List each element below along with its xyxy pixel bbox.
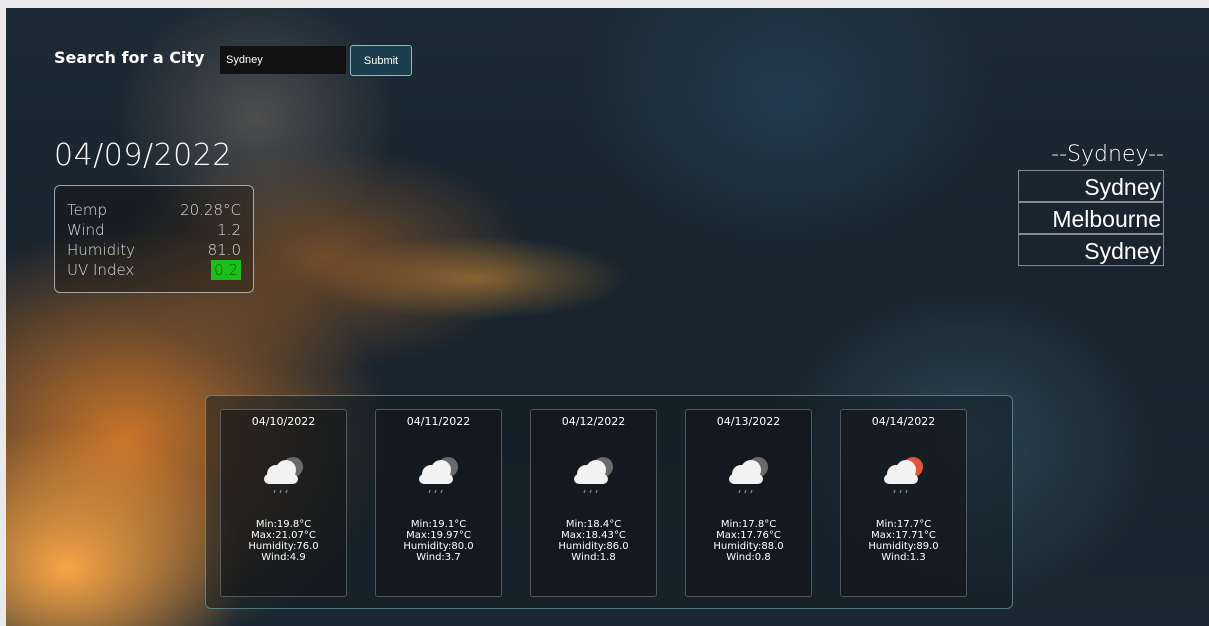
forecast-card: 04/11/2022 Min:19.1°C Max:19.97°C Humidi… (375, 409, 502, 597)
submit-button[interactable]: Submit (350, 45, 412, 76)
temp-value: 20.28°C (180, 201, 241, 219)
humidity-value: 81.0 (207, 241, 241, 259)
forecast-max: Max:19.97°C (406, 530, 471, 541)
forecast-max: Max:18.43°C (561, 530, 626, 541)
forecast-wind: Wind:1.3 (881, 552, 926, 563)
search-label: Search for a City (54, 48, 205, 67)
forecast-min: Min:17.8°C (720, 519, 777, 530)
forecast-max: Max:17.76°C (716, 530, 781, 541)
forecast-min: Min:19.8°C (255, 519, 312, 530)
forecast-wind: Wind:3.7 (416, 552, 461, 563)
forecast-min: Min:17.7°C (875, 519, 932, 530)
temp-row: Temp 20.28°C (67, 200, 241, 220)
forecast-panel: 04/10/2022 Min:19.8°C Max:21.07°C Humidi… (205, 395, 1013, 609)
app-background: Search for a City Submit 04/09/2022 Temp… (6, 8, 1209, 626)
cloud-rain-moon-icon (728, 457, 768, 494)
humidity-label: Humidity (67, 241, 136, 259)
forecast-card: 04/14/2022 Min:17.7°C Max:17.71°C Humidi… (840, 409, 967, 597)
forecast-stats: Min:18.4°C Max:18.43°C Humidity:86.0 Win… (531, 519, 656, 563)
forecast-wind: Wind:0.8 (726, 552, 771, 563)
forecast-humidity: Humidity:86.0 (558, 541, 629, 552)
temp-label: Temp (67, 201, 107, 219)
forecast-card: 04/12/2022 Min:18.4°C Max:18.43°C Humidi… (530, 409, 657, 597)
forecast-stats: Min:19.8°C Max:21.07°C Humidity:76.0 Win… (221, 519, 346, 563)
forecast-date: 04/10/2022 (251, 415, 316, 428)
history-item-melbourne[interactable]: Melbourne (1018, 202, 1164, 234)
uv-value-badge: 0.2 (211, 260, 241, 280)
history-item-sydney[interactable]: Sydney (1018, 170, 1164, 202)
history-item-sydney[interactable]: Sydney (1018, 234, 1164, 266)
current-date: 04/09/2022 (54, 138, 232, 173)
forecast-humidity: Humidity:76.0 (248, 541, 319, 552)
forecast-min: Min:18.4°C (565, 519, 622, 530)
city-search-input[interactable] (220, 46, 346, 74)
uv-row: UV Index 0.2 (67, 260, 241, 280)
forecast-date: 04/14/2022 (871, 415, 936, 428)
current-weather-panel: Temp 20.28°C Wind 1.2 Humidity 81.0 UV I… (54, 185, 254, 293)
cloud-rain-moon-icon (573, 457, 613, 494)
wind-label: Wind (67, 221, 105, 239)
wind-row: Wind 1.2 (67, 220, 241, 240)
forecast-wind: Wind:4.9 (261, 552, 306, 563)
forecast-card: 04/10/2022 Min:19.8°C Max:21.07°C Humidi… (220, 409, 347, 597)
forecast-card: 04/13/2022 Min:17.8°C Max:17.76°C Humidi… (685, 409, 812, 597)
uv-label: UV Index (67, 261, 135, 279)
forecast-stats: Min:17.8°C Max:17.76°C Humidity:88.0 Win… (686, 519, 811, 563)
forecast-humidity: Humidity:89.0 (868, 541, 939, 552)
cloud-rain-moon-icon (418, 457, 458, 494)
forecast-stats: Min:19.1°C Max:19.97°C Humidity:80.0 Win… (376, 519, 501, 563)
forecast-date: 04/11/2022 (406, 415, 471, 428)
forecast-max: Max:21.07°C (251, 530, 316, 541)
cloud-rain-moon-icon (263, 457, 303, 494)
search-history: --Sydney-- Sydney Melbourne Sydney (1014, 140, 1164, 266)
wind-value: 1.2 (217, 221, 241, 239)
forecast-humidity: Humidity:88.0 (713, 541, 784, 552)
forecast-humidity: Humidity:80.0 (403, 541, 474, 552)
history-title: --Sydney-- (1051, 142, 1164, 167)
forecast-min: Min:19.1°C (410, 519, 467, 530)
forecast-stats: Min:17.7°C Max:17.71°C Humidity:89.0 Win… (841, 519, 966, 563)
humidity-row: Humidity 81.0 (67, 240, 241, 260)
cloud-rain-sun-icon (883, 457, 923, 494)
forecast-wind: Wind:1.8 (571, 552, 616, 563)
forecast-date: 04/13/2022 (716, 415, 781, 428)
forecast-max: Max:17.71°C (871, 530, 936, 541)
forecast-date: 04/12/2022 (561, 415, 626, 428)
